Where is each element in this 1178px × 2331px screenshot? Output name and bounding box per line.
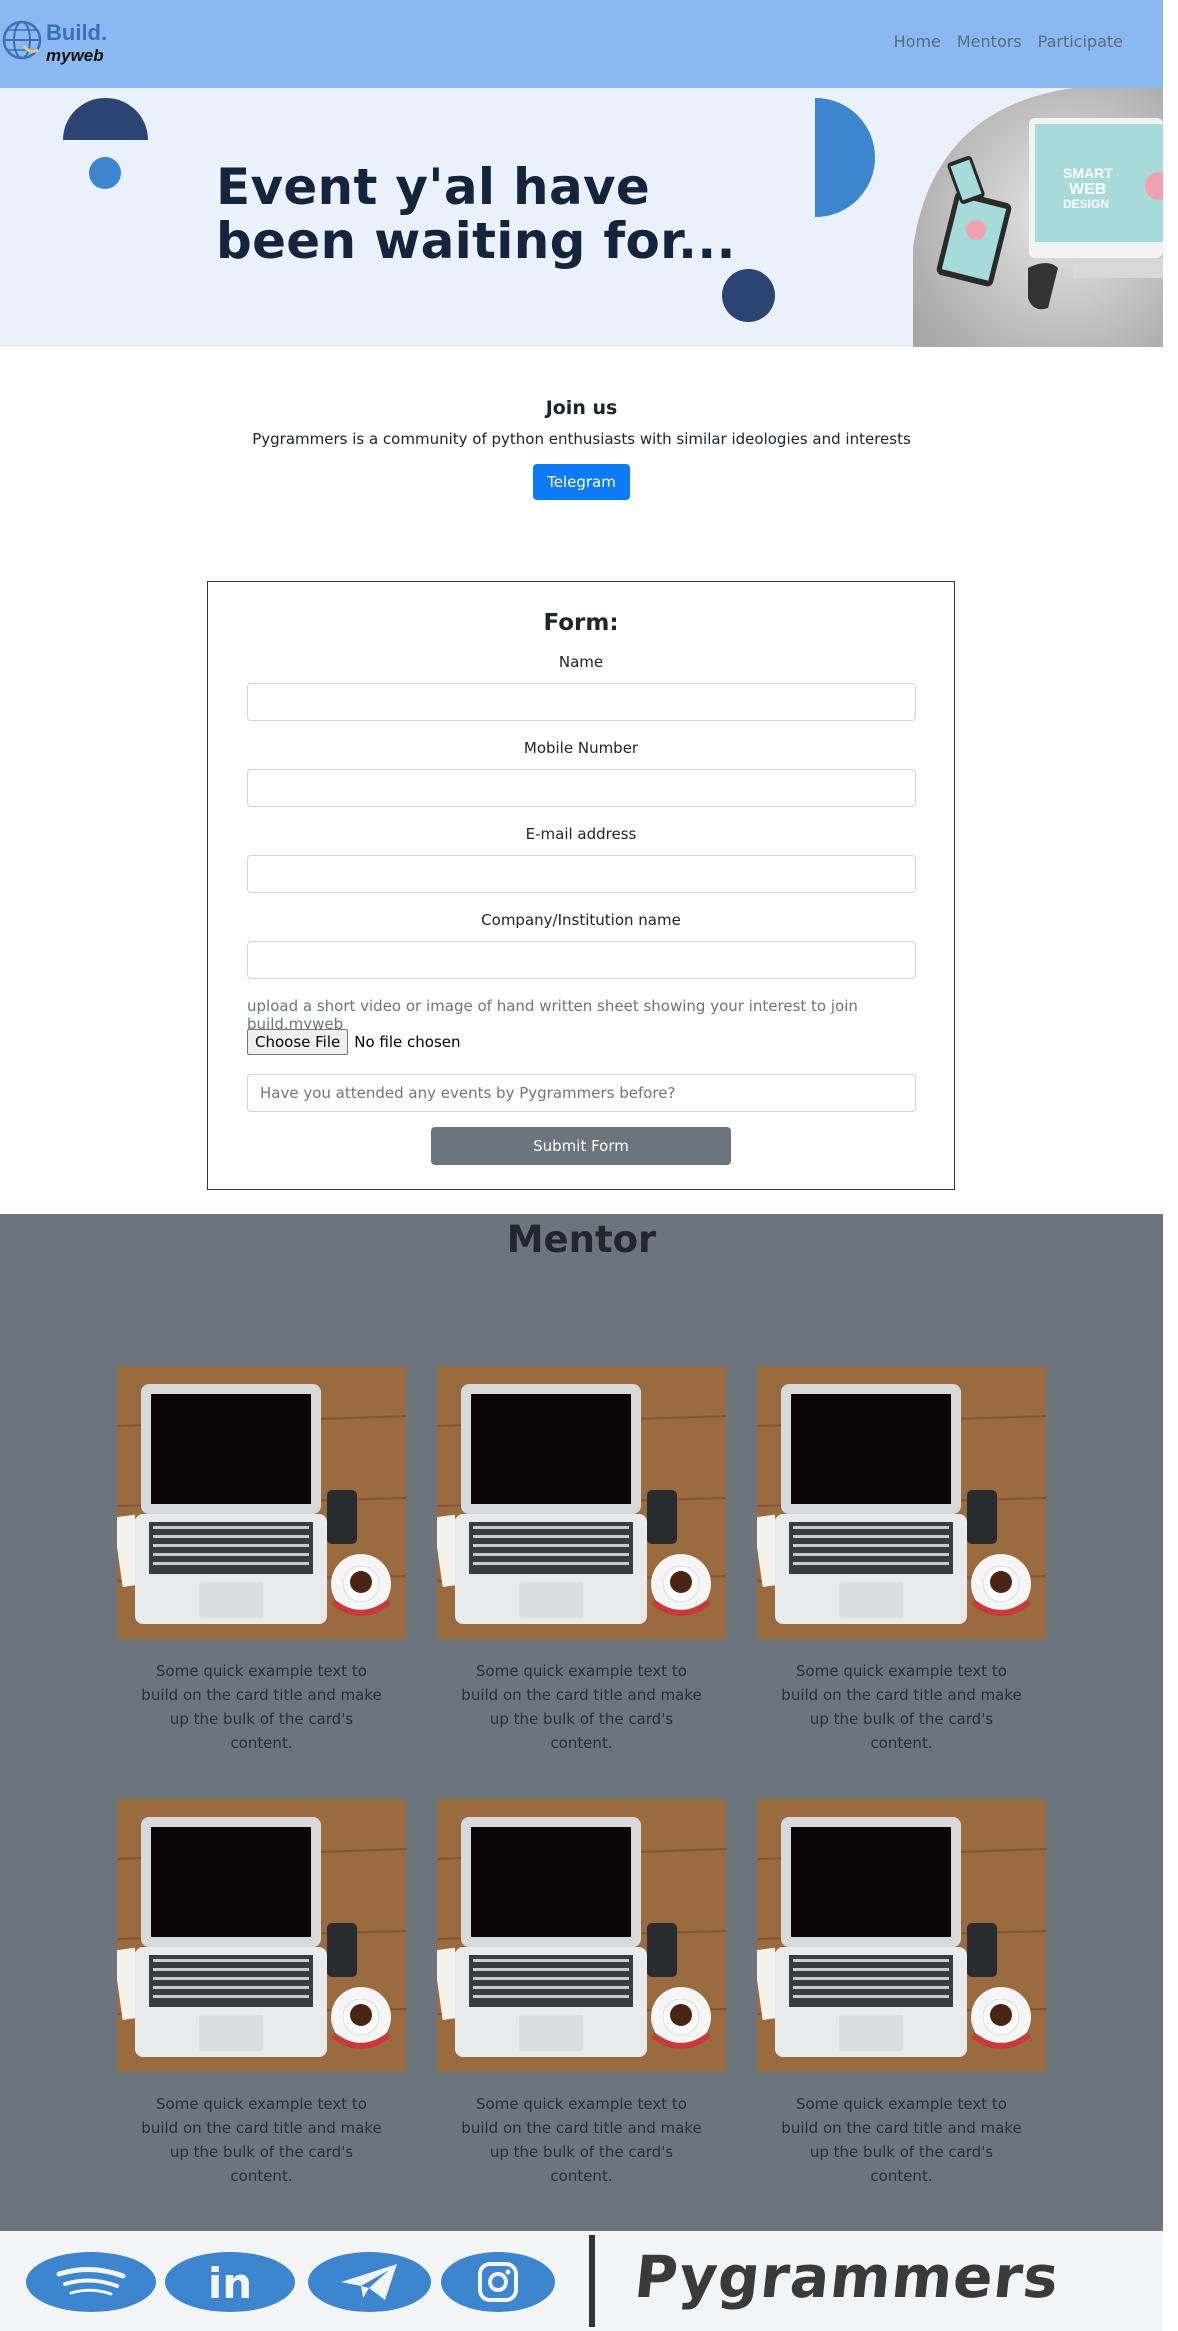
screen-text-2: WEB [1069, 181, 1106, 198]
submit-form-button[interactable]: Submit Form [431, 1127, 731, 1165]
mentor-card-text: Some quick example text to build on the … [461, 2095, 702, 2185]
mobile-number-label: Mobile Number [523, 739, 639, 757]
laptop-desk-image [757, 1799, 1046, 2072]
join-title: Join us [545, 397, 618, 419]
laptop-desk-image [117, 1799, 406, 2072]
attended-events-input[interactable] [247, 1074, 916, 1112]
mentor-card-text: Some quick example text to build on the … [141, 2095, 382, 2185]
nav-link-participate[interactable]: Participate [1038, 32, 1123, 51]
mobile-number-input[interactable] [247, 769, 916, 807]
join-description: Pygrammers is a community of python enth… [252, 430, 911, 448]
nav-link-mentors[interactable]: Mentors [957, 32, 1022, 51]
name-label: Name [558, 653, 604, 671]
linkedin-icon[interactable]: in [165, 2252, 295, 2312]
name-input[interactable] [247, 683, 916, 721]
company-label: Company/Institution name [481, 911, 681, 929]
mentor-card: Some quick example text to build on the … [757, 1366, 1046, 1755]
mentor-card-text: Some quick example text to build on the … [781, 1662, 1022, 1752]
hero-banner: Event y'al have been waiting for... SMAR… [0, 88, 1163, 347]
logo-primary-text: Build. [46, 20, 108, 45]
instagram-icon[interactable] [441, 2252, 555, 2312]
footer-divider [589, 2235, 595, 2327]
screen-text-3: DESIGN [1063, 197, 1109, 211]
email-input[interactable] [247, 855, 916, 893]
laptop-desk-image [757, 1366, 1046, 1639]
upload-instructions: upload a short video or image of hand wr… [247, 997, 858, 1033]
join-section: Join us Pygrammers is a community of pyt… [0, 347, 1163, 500]
choose-file-button[interactable]: Choose File [247, 1029, 349, 1055]
laptop-desk-image [437, 1799, 726, 2072]
pygrammers-brand: Pygrammers [631, 2243, 1063, 2311]
form-title: Form: [543, 610, 619, 636]
mentor-card-text: Some quick example text to build on the … [781, 2095, 1022, 2185]
nav-link-home[interactable]: Home [894, 32, 941, 51]
hero-title-line-1: Event y'al have [216, 158, 651, 216]
hero-title: Event y'al have been waiting for... [216, 160, 736, 268]
mentor-card: Some quick example text to build on the … [437, 1366, 726, 1755]
company-input[interactable] [247, 941, 916, 979]
navbar: Build. myweb Home Mentors Participate [0, 0, 1163, 88]
logo-secondary-text: myweb [46, 46, 104, 65]
devices-illustration: SMART WEB DESIGN [913, 88, 1163, 347]
build-myweb-logo[interactable]: Build. myweb [2, 8, 107, 72]
decorative-semicircle [63, 98, 148, 140]
decorative-circle-dark [722, 269, 775, 322]
laptop-desk-image [437, 1366, 726, 1639]
mentor-card: Some quick example text to build on the … [117, 1366, 406, 1755]
registration-form: Form: Name Mobile Number E-mail address … [207, 581, 955, 1190]
telegram-button[interactable]: Telegram [533, 464, 630, 500]
decorative-half-circle [815, 98, 875, 217]
file-upload: Choose File No file chosen [247, 1029, 461, 1055]
screen-text-1: SMART [1063, 165, 1113, 181]
nav-links: Home Mentors Participate [894, 32, 1123, 51]
svg-text:in: in [208, 2260, 252, 2304]
mentor-card-text: Some quick example text to build on the … [141, 1662, 382, 1752]
mentor-card-text: Some quick example text to build on the … [461, 1662, 702, 1752]
telegram-icon[interactable] [308, 2252, 431, 2312]
mentor-card: Some quick example text to build on the … [117, 1799, 406, 2188]
mentor-card: Some quick example text to build on the … [757, 1799, 1046, 2188]
hero-title-line-2: been waiting for... [216, 212, 736, 270]
laptop-desk-image [117, 1366, 406, 1639]
decorative-circle [89, 157, 121, 189]
mentor-title: Mentor [506, 1218, 657, 1261]
file-status: No file chosen [354, 1033, 461, 1051]
mentor-card: Some quick example text to build on the … [437, 1799, 726, 2188]
globe-icon [2, 20, 42, 60]
footer: in Pygrammers [0, 2231, 1163, 2331]
spotify-icon[interactable] [26, 2252, 156, 2312]
email-label: E-mail address [525, 825, 637, 843]
